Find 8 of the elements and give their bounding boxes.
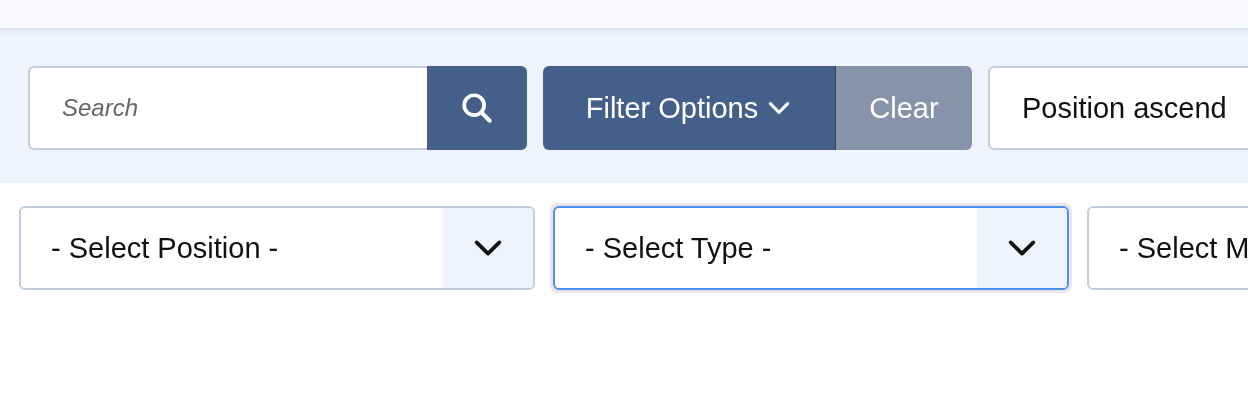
- search-button[interactable]: [427, 66, 527, 150]
- select-dropdown[interactable]: - Select Position -: [19, 206, 535, 290]
- select-dropdown[interactable]: - Select Type -: [553, 206, 1069, 290]
- filter-options-button[interactable]: Filter Options: [543, 66, 836, 150]
- sort-select[interactable]: Position ascend: [988, 66, 1248, 150]
- search-icon: [460, 91, 494, 125]
- select-dropdown[interactable]: - Select M: [1087, 206, 1248, 290]
- search-field[interactable]: Search: [28, 66, 427, 150]
